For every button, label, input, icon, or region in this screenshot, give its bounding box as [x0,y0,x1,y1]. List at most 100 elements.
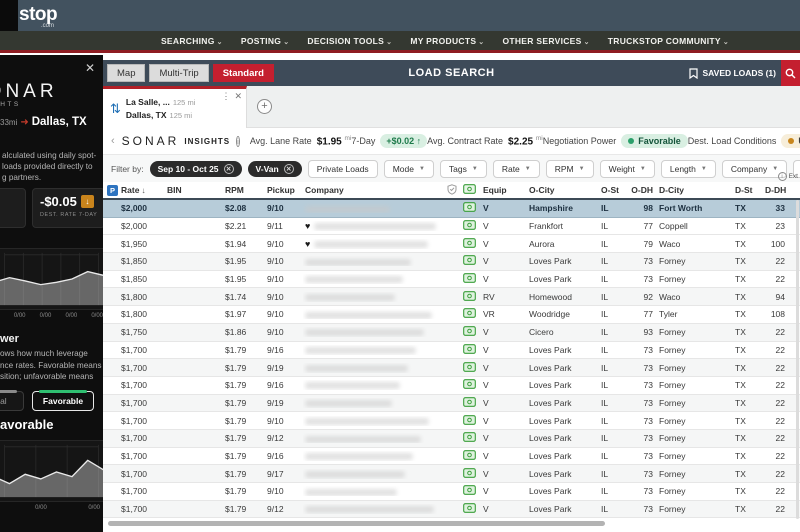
nav-item-posting[interactable]: POSTING ⌄ [241,36,290,46]
col-pickup[interactable]: Pickup [265,185,303,195]
filter-label: RPM [554,163,574,174]
col-ddh[interactable]: D-DH [763,185,789,195]
rate-cell: $1,700 [121,344,147,355]
post-column-icon[interactable]: P [107,184,118,196]
ocity-cell: Loves Park [529,362,572,373]
col-ost[interactable]: O-St [599,185,625,195]
col-dcity[interactable]: D-City [657,185,733,195]
kebab-menu-icon[interactable]: ⋮ [221,91,230,102]
col-verified[interactable] [445,183,461,197]
load-row[interactable]: $1,700 $1.79 9/16 V Loves Park IL 73 Forney TX 22 [103,341,800,360]
load-row[interactable]: $1,800 $1.74 9/10 RV Homewood IL 92 Waco TX 94 [103,288,800,307]
load-row[interactable]: $1,700 $1.79 9/10 V Loves Park IL 73 Forney TX 22 [103,412,800,430]
truckstop-logo[interactable]: stop .com [19,4,58,29]
trip-tab[interactable]: ⇅ La Salle, ... 125 mi Dallas, TX 125 mi ⋮… [103,86,247,128]
swap-vertical-icon[interactable]: ⇅ [110,101,121,117]
seven-day-change-badge: +$0.02 ↑ [380,134,428,148]
company-cell [303,469,445,479]
favorite-heart-icon[interactable]: ♥ [305,239,310,249]
company-name-redacted [305,506,434,514]
filter-dropdown-rpm[interactable]: RPM ▼ [545,159,594,178]
remove-filter-icon[interactable]: ✕ [283,163,294,174]
company-cell [303,203,445,213]
tab-map[interactable]: Map [107,64,146,82]
filter-dropdown-length[interactable]: Length ▼ [660,159,716,178]
equip-cell: VR [483,309,495,320]
load-row[interactable]: $1,850 $1.95 9/10 V Loves Park IL 73 Forney TX 22 [103,253,800,271]
info-icon-small[interactable]: i [777,172,787,181]
neutral-indicator [0,390,17,393]
info-icon[interactable]: i [236,135,240,147]
col-ocity[interactable]: O-City [527,185,599,195]
favorite-heart-icon[interactable]: ♥ [305,221,310,231]
load-row[interactable]: $1,700 $1.79 9/17 V Loves Park IL 73 Forney TX 22 [103,465,800,483]
add-trip-button[interactable]: + [257,99,272,114]
load-row[interactable]: $1,700 $1.79 9/12 V Loves Park IL 73 Forney TX 22 [103,429,800,448]
neutral-pill[interactable]: Neutral [0,390,24,411]
col-bin[interactable]: BIN [165,185,223,195]
close-icon[interactable]: ✕ [85,61,95,75]
dcity-cell: Forney [659,433,686,444]
close-trip-icon[interactable]: ✕ [234,91,242,102]
sparkline1-labels: 0/000/000/000/000/00 [0,313,103,319]
col-company[interactable]: Company [303,185,445,195]
filter-dropdown-weight[interactable]: Weight ▼ [599,159,655,178]
nav-item-other-services[interactable]: OTHER SERVICES ⌄ [502,36,589,46]
ddh-cell: 22 [775,362,785,373]
vertical-scrollbar[interactable] [796,200,799,519]
col-dst[interactable]: D-St [733,185,763,195]
tab-standard[interactable]: Standard [212,64,274,82]
pickup-cell: 9/11 [267,221,283,232]
ocity-cell: Homewood [529,291,572,302]
horizontal-scrollbar[interactable] [108,520,605,526]
load-row[interactable]: $2,000 $2.21 9/11 ♥ V Frankfort IL 77 Coppell TX 2… [103,217,800,236]
chevron-left-icon[interactable]: ‹ [111,135,115,147]
load-row[interactable]: $1,850 $1.95 9/10 V Loves Park IL 73 Forney TX 22 [103,270,800,289]
load-row[interactable]: $1,800 $1.97 9/10 VR Woodridge IL 77 Tyler TX 108 [103,306,800,324]
load-row[interactable]: $1,700 $1.79 9/19 V Loves Park IL 73 Forney TX 22 [103,359,800,377]
rate-cell: $1,700 [121,362,147,373]
load-row[interactable]: $1,700 $1.79 9/10 V Loves Park IL 73 Forney TX 22 [103,483,800,501]
col-rpm[interactable]: RPM [223,185,265,195]
remove-filter-icon[interactable]: ✕ [223,163,234,174]
active-filter-sep-10-oct-25[interactable]: Sep 10 - Oct 25 ✕ [149,160,242,177]
tab-multi-trip[interactable]: Multi-Trip [149,64,209,82]
ddh-cell: 94 [775,291,785,302]
filter-dropdown-mode[interactable]: Mode ▼ [383,159,434,178]
load-row[interactable]: $1,700 $1.79 9/16 V Loves Park IL 73 Forney TX 22 [103,376,800,395]
dest-radius: 125 mi [169,110,193,120]
rate-cell: $1,700 [121,504,147,515]
filter-dropdown-tags[interactable]: Tags ▼ [439,159,487,178]
ddh-cell: 108 [770,309,785,320]
dst-cell: TX [735,486,746,497]
load-row[interactable]: $1,750 $1.86 9/10 V Cicero IL 93 Forney TX 22 [103,323,800,342]
nav-item-truckstop-community[interactable]: TRUCKSTOP COMMUNITY ⌄ [608,36,729,46]
nav-item-searching[interactable]: SEARCHING ⌄ [161,36,223,46]
money-icon [463,379,476,390]
dst-cell: TX [735,203,746,214]
col-equip[interactable]: Equip [481,185,527,195]
search-button[interactable] [781,60,800,86]
dst-cell: TX [735,309,746,320]
load-row[interactable]: $1,700 $1.79 9/12 V Loves Park IL 73 Forney TX 22 [103,500,800,519]
favorable-pill[interactable]: Favorable [32,390,94,411]
dcity-cell: Waco [659,238,681,249]
saved-loads-button[interactable]: SAVED LOADS (1) [689,67,776,79]
col-factorable[interactable] [461,184,481,196]
ocity-cell: Loves Park [529,504,572,515]
active-filter-v-van[interactable]: V-Van ✕ [247,160,302,177]
load-row[interactable]: $2,000 $2.08 9/10 V Hampshire IL 98 Fort Worth T… [103,200,800,218]
col-odh[interactable]: O-DH [625,185,657,195]
equip-cell: V [483,327,489,338]
col-rate[interactable]: Rate ↓ [119,185,165,195]
load-row[interactable]: $1,700 $1.79 9/19 V Loves Park IL 73 Forney TX 22 [103,394,800,413]
ost-cell: IL [601,362,609,373]
nav-item-my-products[interactable]: MY PRODUCTS ⌄ [410,36,484,46]
factorable-cell [461,343,481,356]
load-row[interactable]: $1,700 $1.79 9/16 V Loves Park IL 73 Forney TX 22 [103,447,800,466]
money-icon [463,503,476,513]
filter-dropdown-rate[interactable]: Rate ▼ [492,159,540,178]
load-row[interactable]: $1,950 $1.94 9/10 ♥ V Aurora IL 79 Waco TX 100 [103,235,800,254]
nav-item-decision-tools[interactable]: DECISION TOOLS ⌄ [307,36,392,46]
filter-private-loads[interactable]: Private Loads [307,159,378,178]
